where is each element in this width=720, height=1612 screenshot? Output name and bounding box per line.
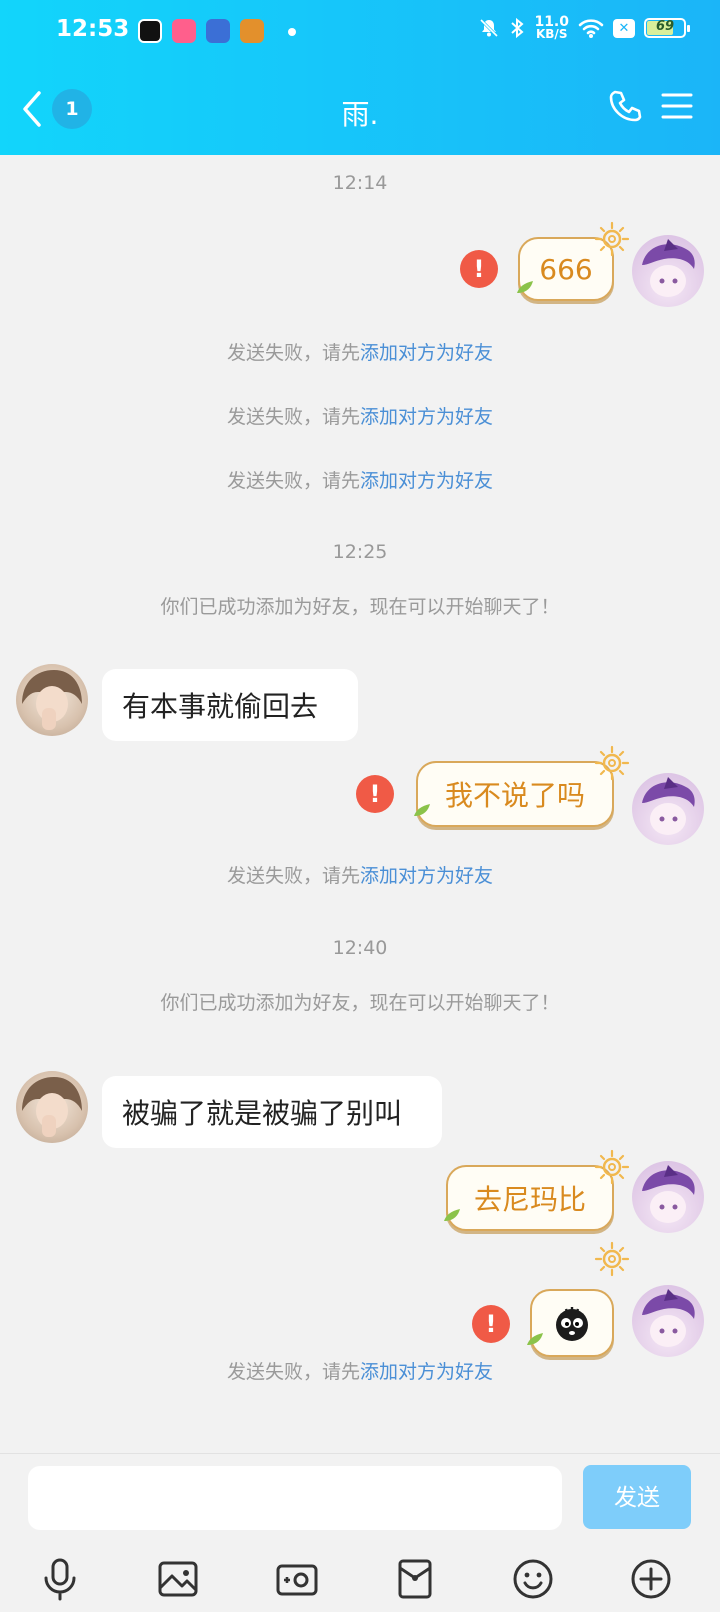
add-friend-link[interactable]: 添加对方为好友 (360, 470, 493, 492)
sun-sticker-icon (594, 1149, 630, 1185)
send-failed-notice: 发送失败，请先添加对方为好友 (226, 1361, 494, 1383)
add-friend-link[interactable]: 添加对方为好友 (360, 865, 493, 887)
camera-icon[interactable] (274, 1556, 320, 1602)
message-text: 去尼玛比 (473, 1183, 586, 1216)
add-friend-link[interactable]: 添加对方为好友 (360, 1361, 493, 1383)
app-icon (240, 19, 264, 43)
add-friend-link[interactable]: 添加对方为好友 (360, 342, 493, 364)
mute-bell-icon (480, 18, 499, 38)
send-button[interactable]: 发送 (583, 1465, 691, 1529)
message-text: 我不说了吗 (444, 779, 585, 812)
leaf-sticker-icon (414, 804, 430, 816)
header: 12:53 11.0 KB/S ✕ 69 1 雨. (0, 0, 720, 155)
leaf-sticker-icon (517, 281, 533, 293)
send-failed-notice: 发送失败，请先添加对方为好友 (226, 470, 494, 492)
send-failed-icon[interactable]: ! (356, 775, 394, 813)
net-speed: 11.0 KB/S (534, 14, 569, 41)
hamburger-menu-icon (661, 93, 693, 119)
emoji-face-icon (556, 1307, 588, 1341)
status-app-icons (138, 19, 264, 43)
leaf-sticker-icon (444, 1209, 460, 1221)
send-failed-notice: 发送失败，请先添加对方为好友 (226, 865, 494, 887)
x-icon: ✕ (613, 18, 635, 38)
sun-sticker-icon (594, 745, 630, 781)
menu-button[interactable] (661, 92, 693, 124)
avatar-self[interactable] (632, 773, 704, 845)
message-bubble-incoming[interactable]: 有本事就偷回去 (102, 669, 358, 741)
avatar-self[interactable] (632, 235, 704, 307)
message-bubble-outgoing[interactable]: 去尼玛比 (446, 1165, 614, 1231)
send-failed-notice: 发送失败，请先添加对方为好友 (226, 406, 494, 428)
message-bubble-incoming[interactable]: 被骗了就是被骗了别叫 (102, 1076, 442, 1148)
emoji-icon[interactable] (510, 1556, 556, 1602)
anime-avatar-icon (642, 1289, 695, 1347)
add-friend-link[interactable]: 添加对方为好友 (360, 406, 493, 428)
phone-icon (609, 90, 642, 122)
voice-mic-icon[interactable] (37, 1556, 83, 1602)
anime-avatar-icon (642, 239, 695, 297)
sun-sticker-icon (594, 221, 630, 257)
timestamp: 12:40 (332, 937, 388, 959)
sun-sticker-icon (594, 1241, 630, 1277)
photo-avatar-icon (22, 1077, 82, 1137)
app-icon (206, 19, 230, 43)
wifi-icon (578, 19, 604, 38)
send-failed-icon[interactable]: ! (460, 250, 498, 288)
status-time: 12:53 (56, 16, 130, 42)
message-bubble-outgoing[interactable]: 我不说了吗 (416, 761, 614, 827)
app-icon (172, 19, 196, 43)
phone-call-button[interactable] (607, 88, 643, 128)
battery-indicator: 69 (644, 18, 690, 38)
message-text: 有本事就偷回去 (122, 690, 319, 723)
friends-added-notice: 你们已成功添加为好友，现在可以开始聊天了！ (160, 596, 560, 618)
avatar-self[interactable] (632, 1285, 704, 1357)
anime-avatar-icon (642, 1165, 695, 1223)
status-right: 11.0 KB/S ✕ 69 (478, 14, 690, 41)
red-packet-icon[interactable] (392, 1556, 438, 1602)
avatar-self[interactable] (632, 1161, 704, 1233)
image-gallery-icon[interactable] (155, 1556, 201, 1602)
plus-more-icon[interactable] (628, 1556, 674, 1602)
anime-avatar-icon (642, 777, 695, 835)
timestamp: 12:25 (332, 541, 388, 563)
message-text: 666 (539, 252, 593, 286)
message-input[interactable] (28, 1466, 562, 1530)
avatar-contact[interactable] (16, 664, 88, 736)
avatar-contact[interactable] (16, 1071, 88, 1143)
input-bar: 发送 (0, 1453, 720, 1612)
timestamp: 12:14 (332, 172, 388, 194)
message-text: 被骗了就是被骗了别叫 (122, 1097, 403, 1130)
send-failed-icon[interactable]: ! (472, 1305, 510, 1343)
chat-area[interactable]: 12:14 ! 666 发送失败，请先添加对方为好友 发送失败，请先添加对方为好… (0, 155, 720, 1453)
notification-dot (288, 28, 296, 36)
send-failed-notice: 发送失败，请先添加对方为好友 (226, 342, 494, 364)
app-icon (138, 19, 162, 43)
bluetooth-icon (511, 17, 524, 39)
friends-added-notice: 你们已成功添加为好友，现在可以开始聊天了！ (160, 992, 560, 1014)
leaf-sticker-icon (527, 1333, 543, 1345)
photo-avatar-icon (22, 670, 82, 730)
